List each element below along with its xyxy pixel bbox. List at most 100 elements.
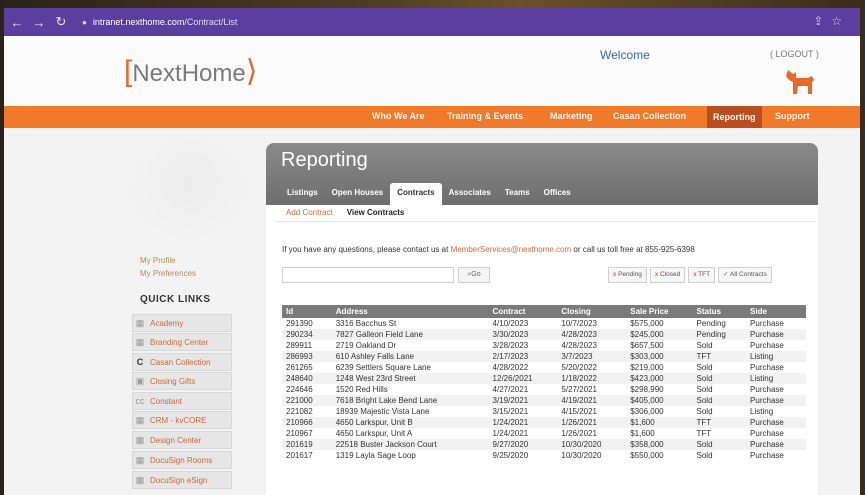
quick-link-casan-collection[interactable]: C Casan Collection [132, 353, 232, 371]
go-button[interactable]: ⌕Go [458, 267, 490, 283]
table-cell: 5/20/2022 [561, 363, 597, 372]
table-row[interactable]: 291390 3316 Bacchus St 4/10/2023 10/7/2023 $… [282, 318, 806, 329]
gift-icon: ▣ [135, 375, 145, 386]
table-cell: 224646 [286, 385, 313, 394]
column-header[interactable]: Sale Price [626, 305, 693, 318]
filter-closed-button[interactable]: x Closed [649, 267, 686, 283]
quick-link-label: Design Center [150, 435, 202, 445]
quick-link-label: Closing Gifts [150, 376, 196, 386]
back-arrow-icon[interactable]: ← [8, 15, 26, 30]
table-cell: 286993 [282, 351, 332, 362]
table-cell: Purchase [746, 417, 806, 428]
nexthome-logo[interactable]: [NextHome⟩ [124, 54, 257, 89]
table-row[interactable]: 261265 6239 Settlers Square Lane 4/28/2022… [282, 362, 806, 373]
table-cell: 10/7/2023 [561, 319, 597, 328]
reload-icon[interactable]: ↻ [52, 14, 70, 30]
url-host: intranet.nexthome.com [92, 17, 185, 27]
table-row[interactable]: 224646 1520 Red Hills 4/27/2021 5/27/2021 $2… [282, 384, 806, 395]
address-bar[interactable]: ● intranet.nexthome.com /Contract/List [82, 17, 237, 27]
table-row[interactable]: 289911 2719 Oakland Dr 3/28/2023 4/28/2023 $… [282, 340, 806, 351]
nav-reporting[interactable]: Reporting [707, 106, 762, 128]
add-contract-link[interactable]: Add Contract [286, 208, 333, 217]
tab-listings[interactable]: Listings [280, 183, 325, 205]
table-row[interactable]: 221000 7618 Bright Lake Bend Lane 3/19/202… [282, 395, 806, 406]
view-contracts-link[interactable]: View Contracts [347, 208, 405, 217]
my-preferences-link[interactable]: My Preferences [140, 269, 196, 278]
table-cell: 5/27/2021 [561, 385, 597, 394]
my-profile-link[interactable]: My Profile [140, 256, 176, 265]
filter-label: All Contracts [730, 271, 767, 278]
quick-link-docusign-esign[interactable]: ▦ DocuSign eSign [132, 471, 232, 489]
column-header[interactable]: Address [331, 305, 489, 318]
grid-icon: ▦ [135, 434, 145, 445]
quick-link-closing-gifts[interactable]: ▣ Closing Gifts [132, 372, 232, 390]
column-header[interactable]: Id [282, 305, 332, 318]
table-cell: $303,000 [626, 351, 693, 362]
table-cell: 1/26/2021 [561, 429, 597, 438]
tab-offices[interactable]: Offices [537, 183, 578, 205]
browser-toolbar: ← → ↻ ● intranet.nexthome.com /Contract/… [4, 8, 860, 36]
filter-pending-button[interactable]: x Pending [608, 267, 647, 283]
tab-contracts[interactable]: Contracts [390, 183, 442, 205]
table-cell: 1/24/2021 [492, 429, 529, 438]
column-header[interactable]: Side [746, 305, 806, 318]
table-cell: Listing [746, 373, 806, 384]
column-header[interactable]: Contract [488, 305, 558, 318]
column-header[interactable]: Closing [557, 305, 627, 318]
nav-casan-collection[interactable]: Casan Collection [613, 111, 686, 121]
table-cell: $1,600 [626, 417, 693, 428]
forward-arrow-icon[interactable]: → [30, 15, 48, 30]
quick-link-label: CRM - kvCORE [150, 415, 207, 425]
nav-who-we-are[interactable]: Who We Are [372, 111, 425, 121]
table-cell: Purchase [746, 395, 806, 406]
quick-link-branding-center[interactable]: ▦ Branding Center [132, 333, 232, 351]
tab-teams[interactable]: Teams [498, 183, 537, 205]
cc-icon: cc [135, 396, 145, 406]
table-cell: Pending [692, 329, 747, 340]
site-header: [NextHome⟩ Welcome ( LOGOUT ) [4, 36, 860, 106]
table-row[interactable]: 201617 1319 Layla Sage Loop 9/25/2020 10/30… [282, 450, 806, 461]
contact-email-link[interactable]: MemberServices@nexthome.com [451, 245, 572, 254]
tab-open-houses[interactable]: Open Houses [325, 183, 391, 205]
url-path: /Contract/List [184, 17, 238, 27]
table-cell: 1/26/2021 [557, 417, 627, 428]
table-cell: Listing [746, 351, 806, 362]
quick-link-crm-kvcore[interactable]: ▦ CRM - kvCORE [132, 411, 232, 429]
table-cell: 3/7/2023 [557, 351, 627, 362]
share-star-icons[interactable]: ⇪☆ [813, 14, 850, 28]
quick-link-academy[interactable]: ▦ Academy [132, 314, 232, 332]
table-cell: Sold [692, 439, 747, 450]
logout-link[interactable]: ( LOGOUT ) [770, 49, 819, 59]
search-input[interactable] [282, 267, 454, 283]
filter-all-contracts-button[interactable]: ✓ All Contracts [718, 267, 772, 283]
quick-link-docusign-rooms[interactable]: ▦ DocuSign Rooms [132, 451, 232, 469]
quick-link-constant[interactable]: cc Constant [132, 392, 232, 410]
column-header[interactable]: Status [692, 305, 747, 318]
quick-link-design-center[interactable]: ▦ Design Center [132, 431, 232, 449]
nav-training-events[interactable]: Training & Events [447, 111, 523, 121]
tab-associates[interactable]: Associates [442, 183, 498, 205]
nav-marketing[interactable]: Marketing [550, 111, 593, 121]
table-cell: Sold [692, 395, 747, 406]
table-cell: 2/17/2023 [488, 351, 558, 362]
table-row[interactable]: 210966 4650 Larkspur, Unit B 1/24/2021 1/26… [282, 417, 806, 428]
reporting-header: Reporting Listings Open Houses Contracts… [266, 143, 818, 205]
page-title: Reporting [281, 149, 368, 171]
table-row[interactable]: 221082 18939 Majestic Vista Lane 3/15/2021… [282, 406, 806, 417]
quick-link-label: Academy [150, 318, 184, 328]
table-cell: TFT [692, 417, 747, 428]
reporting-tabs: Listings Open Houses Contracts Associate… [280, 183, 578, 205]
table-cell: $298,990 [630, 385, 664, 394]
table-cell: Purchase [750, 341, 784, 350]
table-row[interactable]: 201619 22518 Buster Jackson Court 9/27/202… [282, 439, 806, 450]
filter-tft-button[interactable]: x TFT [688, 267, 716, 283]
nav-support[interactable]: Support [775, 111, 810, 121]
table-row[interactable]: 248640 1248 West 23rd Street 12/26/2021 1/1… [282, 373, 806, 384]
table-row[interactable]: 286993 610 Ashley Falls Lane 2/17/2023 3/7/… [282, 351, 806, 362]
table-cell: 4/19/2021 [557, 395, 627, 406]
lock-icon: ● [82, 17, 87, 27]
table-cell: 210967 [286, 429, 313, 438]
table-row[interactable]: 290234 7827 Galleon Field Lane 3/30/2023 4/… [282, 329, 806, 340]
contact-prefix: If you have any questions, please contac… [282, 245, 449, 254]
table-row[interactable]: 210967 4650 Larkspur, Unit A 1/24/2021 1/26… [282, 428, 806, 439]
